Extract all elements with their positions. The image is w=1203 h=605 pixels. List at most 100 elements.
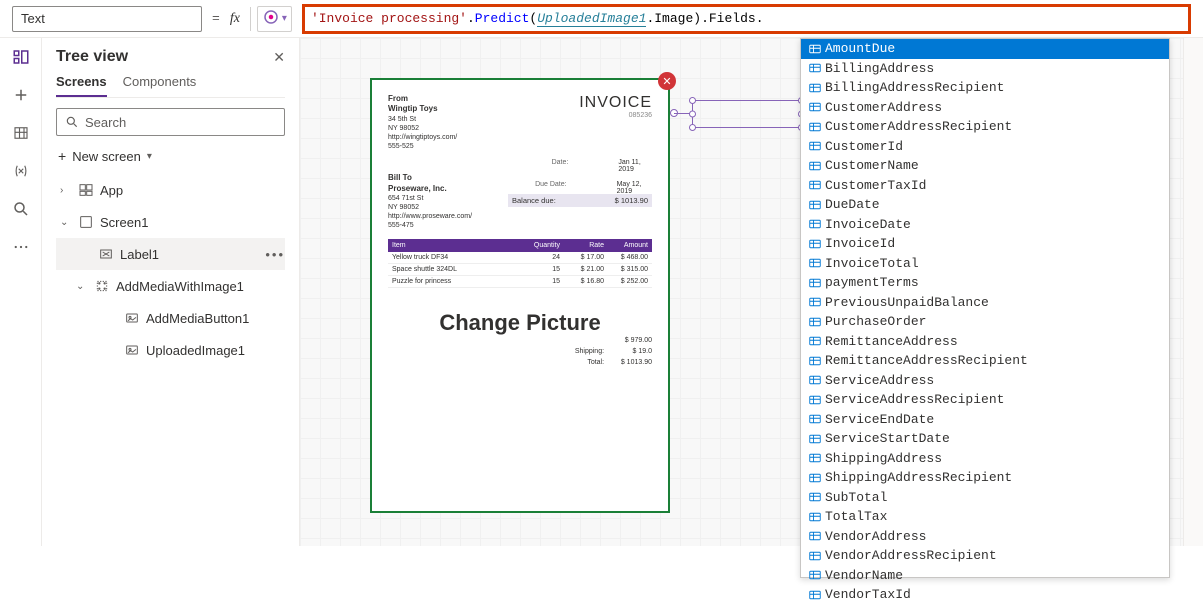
tree-tabs: Screens Components xyxy=(56,74,285,98)
autocomplete-item[interactable]: InvoiceId xyxy=(801,234,1169,254)
autocomplete-item[interactable]: RemittanceAddress xyxy=(801,332,1169,352)
app-icon xyxy=(78,182,94,198)
label-icon xyxy=(98,246,114,262)
field-icon xyxy=(807,258,823,268)
table-row: Yellow truck DF3424$ 17.00$ 468.00 xyxy=(388,252,652,264)
formula-input[interactable]: 'Invoice processing'.Predict(UploadedIma… xyxy=(302,4,1191,34)
field-icon xyxy=(807,63,823,73)
autocomplete-item[interactable]: PreviousUnpaidBalance xyxy=(801,293,1169,313)
field-icon xyxy=(807,102,823,112)
autocomplete-label: VendorAddressRecipient xyxy=(825,548,997,563)
autocomplete-item[interactable]: VendorAddress xyxy=(801,527,1169,547)
autocomplete-label: ServiceAddress xyxy=(825,373,934,388)
autocomplete-item[interactable]: BillingAddressRecipient xyxy=(801,78,1169,98)
autocomplete-item[interactable]: VendorAddressRecipient xyxy=(801,546,1169,566)
autocomplete-label: VendorTaxId xyxy=(825,587,911,602)
autocomplete-item[interactable]: ServiceStartDate xyxy=(801,429,1169,449)
autocomplete-label: RemittanceAddress xyxy=(825,334,958,349)
field-icon xyxy=(807,375,823,385)
invoice-title-block: INVOICE 085236 xyxy=(579,94,652,151)
image-icon xyxy=(124,342,140,358)
autocomplete-item[interactable]: AmountDue xyxy=(801,39,1169,59)
resize-handle[interactable] xyxy=(689,124,696,131)
autocomplete-item[interactable]: PurchaseOrder xyxy=(801,312,1169,332)
autocomplete-item[interactable]: CustomerTaxId xyxy=(801,176,1169,196)
autocomplete-item[interactable]: CustomerName xyxy=(801,156,1169,176)
tree-view-icon[interactable] xyxy=(12,48,30,66)
autocomplete-item[interactable]: paymentTerms xyxy=(801,273,1169,293)
uploaded-image-preview[interactable]: ✕ From Wingtip Toys 34 5th St NY 98052 h… xyxy=(370,78,670,513)
canvas[interactable]: ✕ From Wingtip Toys 34 5th St NY 98052 h… xyxy=(300,38,1203,546)
data-icon[interactable] xyxy=(12,124,30,142)
autocomplete-item[interactable]: ServiceAddress xyxy=(801,371,1169,391)
change-picture-overlay[interactable]: Change Picture xyxy=(388,310,652,336)
invoice-from-block: From Wingtip Toys 34 5th St NY 98052 htt… xyxy=(388,94,457,151)
field-icon xyxy=(807,336,823,346)
autocomplete-item[interactable]: CustomerAddress xyxy=(801,98,1169,118)
copilot-button[interactable]: ▾ xyxy=(257,6,292,32)
autocomplete-label: RemittanceAddressRecipient xyxy=(825,353,1028,368)
resize-handle[interactable] xyxy=(689,97,696,104)
autocomplete-label: ShippingAddress xyxy=(825,451,942,466)
autocomplete-item[interactable]: RemittanceAddressRecipient xyxy=(801,351,1169,371)
insert-icon[interactable] xyxy=(12,86,30,104)
resize-handle[interactable] xyxy=(689,111,696,118)
variables-icon[interactable] xyxy=(12,162,30,180)
tree-node-addmediabutton[interactable]: AddMediaButton1 xyxy=(56,302,285,334)
tab-components[interactable]: Components xyxy=(123,74,197,97)
property-selector[interactable]: Text xyxy=(12,6,202,32)
chevron-down-icon: ⌄ xyxy=(76,281,88,292)
autocomplete-item[interactable]: VendorName xyxy=(801,566,1169,586)
tree-node-app[interactable]: › App xyxy=(56,174,285,206)
autocomplete-item[interactable]: CustomerAddressRecipient xyxy=(801,117,1169,137)
more-icon[interactable]: ••• xyxy=(265,247,285,262)
autocomplete-item[interactable]: ShippingAddress xyxy=(801,449,1169,469)
search-input[interactable]: Search xyxy=(56,108,285,136)
tree-node-screen1[interactable]: ⌄ Screen1 xyxy=(56,206,285,238)
field-icon xyxy=(807,531,823,541)
autocomplete-label: ServiceStartDate xyxy=(825,431,950,446)
table-row: Space shuttle 324DL15$ 21.00$ 315.00 xyxy=(388,264,652,276)
autocomplete-label: PurchaseOrder xyxy=(825,314,926,329)
tab-screens[interactable]: Screens xyxy=(56,74,107,97)
field-icon xyxy=(807,551,823,561)
autocomplete-item[interactable]: ServiceAddressRecipient xyxy=(801,390,1169,410)
more-icon[interactable] xyxy=(12,238,30,256)
autocomplete-item[interactable]: InvoiceTotal xyxy=(801,254,1169,274)
tree-node-uploadedimage[interactable]: UploadedImage1 xyxy=(56,334,285,366)
fx-icon[interactable]: fx xyxy=(230,11,244,27)
field-icon xyxy=(807,44,823,54)
autocomplete-item[interactable]: CustomerId xyxy=(801,137,1169,157)
autocomplete-item[interactable]: VendorTaxId xyxy=(801,585,1169,605)
autocomplete-item[interactable]: SubTotal xyxy=(801,488,1169,508)
autocomplete-item[interactable]: ServiceEndDate xyxy=(801,410,1169,430)
autocomplete-item[interactable]: InvoiceDate xyxy=(801,215,1169,235)
autocomplete-item[interactable]: ShippingAddressRecipient xyxy=(801,468,1169,488)
property-name: Text xyxy=(21,11,45,26)
autocomplete-label: ShippingAddressRecipient xyxy=(825,470,1012,485)
field-icon xyxy=(807,492,823,502)
autocomplete-label: AmountDue xyxy=(825,41,895,56)
tree-node-label1[interactable]: Label1 ••• xyxy=(56,238,285,270)
autocomplete-item[interactable]: TotalTax xyxy=(801,507,1169,527)
chevron-down-icon: ▾ xyxy=(147,151,152,162)
search-icon[interactable] xyxy=(12,200,30,218)
label1-control[interactable] xyxy=(692,100,802,128)
close-icon[interactable]: ✕ xyxy=(273,49,285,66)
properties-sliver[interactable] xyxy=(1183,38,1203,546)
autocomplete-item[interactable]: BillingAddress xyxy=(801,59,1169,79)
field-icon xyxy=(807,278,823,288)
field-icon xyxy=(807,356,823,366)
autocomplete-label: paymentTerms xyxy=(825,275,919,290)
autocomplete-item[interactable]: DueDate xyxy=(801,195,1169,215)
autocomplete-label: ServiceEndDate xyxy=(825,412,934,427)
tree-node-addmedia[interactable]: ⌄ AddMediaWithImage1 xyxy=(56,270,285,302)
chevron-down-icon: ▾ xyxy=(282,13,287,24)
autocomplete-label: BillingAddressRecipient xyxy=(825,80,1004,95)
field-icon xyxy=(807,83,823,93)
equals-sign: = xyxy=(208,11,224,26)
field-icon xyxy=(807,512,823,522)
new-screen-button[interactable]: + New screen ▾ xyxy=(56,144,285,174)
formula-autocomplete[interactable]: AmountDue BillingAddressBillingAddressRec… xyxy=(800,38,1170,578)
autocomplete-label: CustomerName xyxy=(825,158,919,173)
